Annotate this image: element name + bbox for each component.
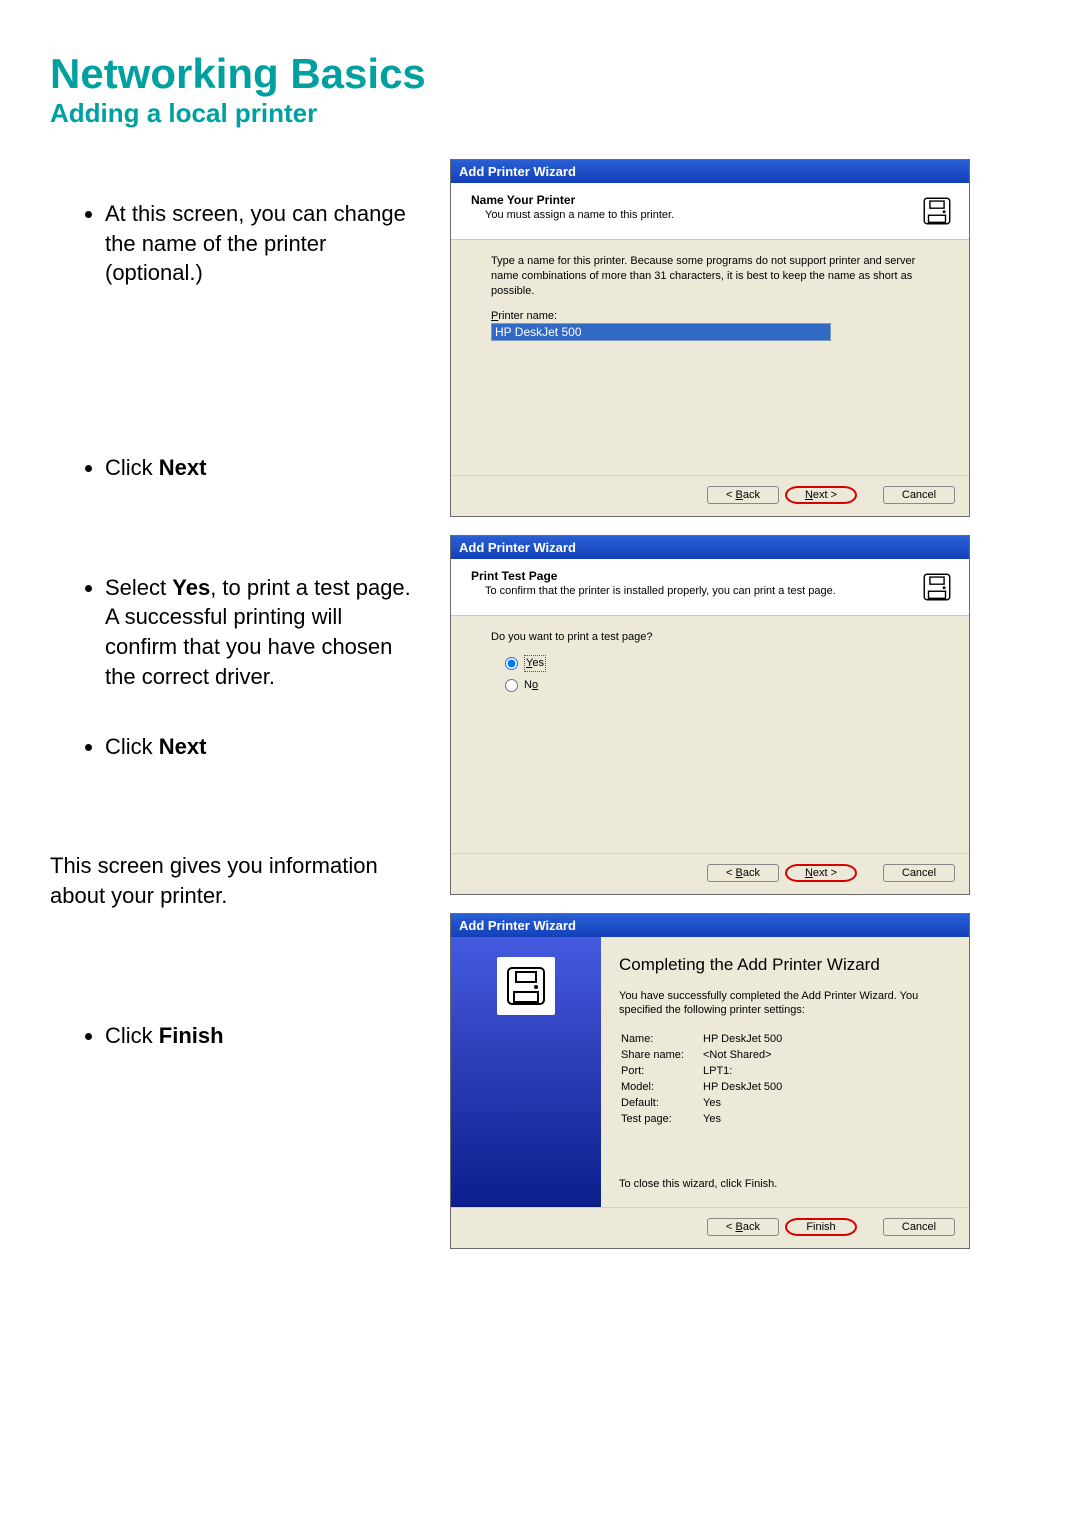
finish-button[interactable]: Finish <box>785 1218 857 1236</box>
cancel-button[interactable]: Cancel <box>883 864 955 882</box>
test-page-question: Do you want to print a test page? <box>491 630 939 645</box>
radio-no-label: No <box>524 678 538 693</box>
printer-icon <box>497 957 555 1015</box>
close-instruction: To close this wizard, click Finish. <box>619 1178 951 1190</box>
back-button[interactable]: < Back <box>707 1218 779 1236</box>
next-button[interactable]: Next > <box>785 864 857 882</box>
wizard-complete: Add Printer Wizard Completing the Add Pr… <box>450 913 970 1249</box>
wizard-header-subtitle: To confirm that the printer is installed… <box>485 585 836 597</box>
radio-yes[interactable] <box>505 657 518 670</box>
wizard-body-text: Type a name for this printer. Because so… <box>491 254 939 299</box>
complete-description: You have successfully completed the Add … <box>619 989 951 1018</box>
wizard-header-title: Print Test Page <box>471 569 836 583</box>
instruction-item: Select Yes, to print a test page. A succ… <box>105 573 420 692</box>
complete-title: Completing the Add Printer Wizard <box>619 955 951 975</box>
instruction-item: At this screen, you can change the name … <box>105 199 420 288</box>
cancel-button[interactable]: Cancel <box>883 1218 955 1236</box>
window-title: Add Printer Wizard <box>451 914 969 937</box>
cancel-button[interactable]: Cancel <box>883 486 955 504</box>
instruction-item: Click Next <box>105 732 420 762</box>
wizard-sidebar-graphic <box>451 937 601 1207</box>
instruction-column: At this screen, you can change the name … <box>50 159 420 1249</box>
wizard-header-subtitle: You must assign a name to this printer. <box>485 209 674 221</box>
wizard-name-printer: Add Printer Wizard Name Your Printer You… <box>450 159 970 517</box>
wizard-test-page: Add Printer Wizard Print Test Page To co… <box>450 535 970 895</box>
printer-name-input[interactable] <box>491 323 831 341</box>
instruction-paragraph: This screen gives you information about … <box>50 851 420 910</box>
printer-icon <box>919 569 955 605</box>
printer-icon <box>919 193 955 229</box>
back-button[interactable]: < Back <box>707 486 779 504</box>
settings-table: Name:HP DeskJet 500 Share name:<Not Shar… <box>619 1030 784 1128</box>
window-title: Add Printer Wizard <box>451 160 969 183</box>
radio-yes-label: Yes <box>524 655 546 672</box>
back-button[interactable]: < Back <box>707 864 779 882</box>
window-title: Add Printer Wizard <box>451 536 969 559</box>
wizard-header-title: Name Your Printer <box>471 193 674 207</box>
radio-no[interactable] <box>505 679 518 692</box>
instruction-item: Click Next <box>105 453 420 483</box>
instruction-item: Click Finish <box>105 1021 420 1051</box>
page-subtitle: Adding a local printer <box>50 98 1030 129</box>
printer-name-label: PPrinter name:rinter name: <box>491 309 939 324</box>
next-button[interactable]: Next > <box>785 486 857 504</box>
page-title: Networking Basics <box>50 50 1030 98</box>
